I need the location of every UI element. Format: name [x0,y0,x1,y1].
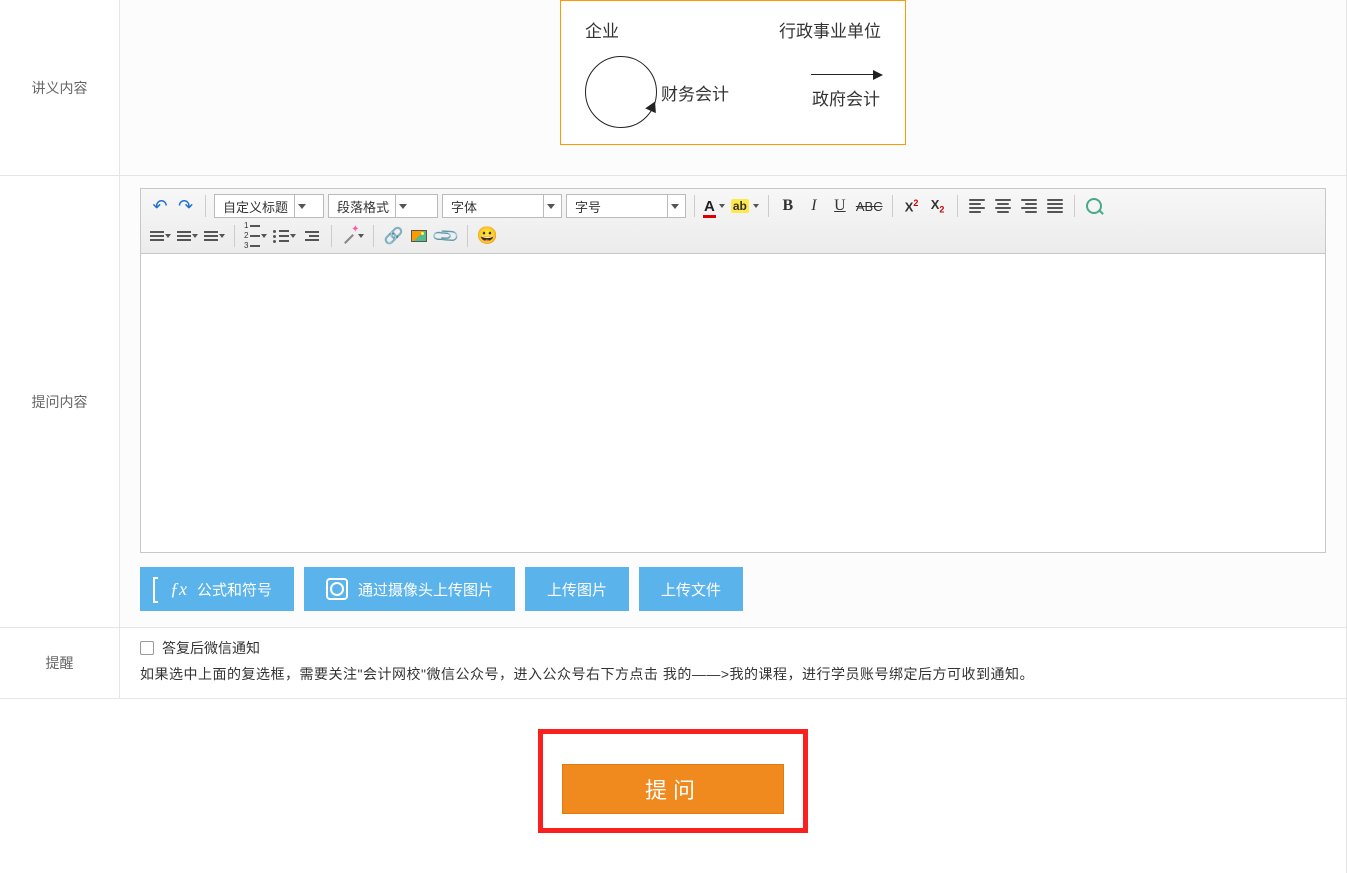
superscript-button[interactable]: X2 [900,194,924,218]
submit-button[interactable]: 提问 [562,764,784,814]
camera-upload-button[interactable]: 通过摄像头上传图片 [304,567,515,611]
diagram-text-financial: 财务会计 [661,80,729,105]
reminder-hint: 如果选中上面的复选框，需要关注"会计网校"微信公众号，进入公众号右下方点击 我的… [140,664,1326,684]
preview-button[interactable] [1082,194,1106,218]
link-button[interactable]: 🔗 [381,224,405,248]
emoji-button[interactable]: 😀 [475,224,500,248]
camera-icon [326,578,348,600]
submit-area: 提问 [0,699,1346,873]
lecture-content-row: 讲义内容 企业 行政事业单位 财务会计 政府会计 [0,0,1346,176]
line-height-button-1[interactable] [148,224,173,248]
align-right-button[interactable] [1017,194,1041,218]
image-button[interactable] [407,224,431,248]
redo-button[interactable]: ↶ [174,194,198,218]
align-left-button[interactable] [965,194,989,218]
wechat-notify-label: 答复后微信通知 [162,638,260,658]
line-height-button-3[interactable] [202,224,227,248]
reminder-label: 提醒 [0,628,120,698]
editor-textarea[interactable] [140,253,1326,553]
underline-button[interactable]: U [828,194,852,218]
font-family-select[interactable]: 字体 [442,194,562,218]
formula-button[interactable]: ƒx 公式和符号 [140,567,294,611]
strikethrough-button[interactable]: ABC [854,194,885,218]
magnifier-icon [1086,198,1102,214]
font-color-button[interactable]: A [702,194,727,218]
custom-title-select[interactable]: 自定义标题 [214,194,324,218]
diagram-text-administrative: 行政事业单位 [779,17,881,42]
subscript-button[interactable]: X2 [926,194,950,218]
arrow-right-icon [811,74,881,76]
bold-button[interactable]: B [776,194,800,218]
undo-button[interactable]: ↶ [148,194,172,218]
link-icon: 🔗 [383,226,403,246]
italic-button[interactable]: I [802,194,826,218]
diagram-text-government: 政府会计 [812,85,880,110]
font-size-select[interactable]: 字号 [566,194,686,218]
lecture-diagram: 企业 行政事业单位 财务会计 政府会计 [560,0,906,145]
align-center-button[interactable] [991,194,1015,218]
editor-toolbar: ↶ ↶ 自定义标题 段落格式 字体 字号 A ab B I U ABC [140,188,1326,253]
wechat-notify-checkbox[interactable] [140,641,154,655]
ordered-list-button[interactable]: 123 [242,224,269,248]
highlight-button[interactable]: ab [729,194,761,218]
paperclip-icon: 📎 [431,221,462,252]
formula-icon: ƒx [162,579,187,600]
attachment-button[interactable]: 📎 [433,224,459,248]
lecture-content-label: 讲义内容 [0,0,120,175]
question-content-row: 提问内容 ↶ ↶ 自定义标题 段落格式 字体 字号 A ab B I [0,176,1346,628]
question-content-label: 提问内容 [0,176,120,627]
upload-image-button[interactable]: 上传图片 [525,567,629,611]
image-icon [411,230,427,242]
paragraph-format-select[interactable]: 段落格式 [328,194,438,218]
unordered-list-button[interactable] [271,224,298,248]
diagram-text-enterprise: 企业 [585,17,619,42]
wand-icon [341,228,357,244]
circle-arrow-icon [585,56,657,128]
indent-button[interactable] [300,224,324,248]
upload-file-button[interactable]: 上传文件 [639,567,743,611]
reminder-row: 提醒 答复后微信通知 如果选中上面的复选框，需要关注"会计网校"微信公众号，进入… [0,628,1346,699]
line-height-button-2[interactable] [175,224,200,248]
align-justify-button[interactable] [1043,194,1067,218]
submit-highlight-frame: 提问 [538,729,808,833]
format-brush-button[interactable] [339,224,366,248]
emoji-icon: 😀 [477,226,498,246]
